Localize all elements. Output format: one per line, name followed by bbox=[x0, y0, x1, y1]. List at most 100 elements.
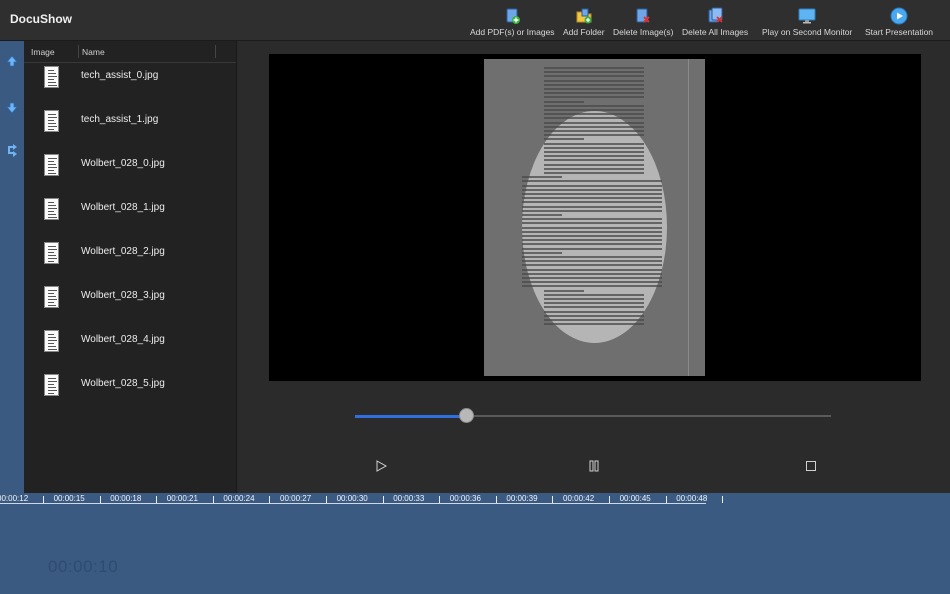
move-up-icon[interactable] bbox=[5, 54, 19, 68]
thumbnail-line bbox=[48, 123, 56, 124]
timeline-tick-label: 00:00:30 bbox=[336, 494, 368, 503]
timeline-tick-label: 00:00:36 bbox=[449, 494, 481, 503]
document-text-line bbox=[544, 117, 644, 120]
thumbnail-line bbox=[48, 340, 57, 341]
thumbnail-line bbox=[48, 208, 57, 209]
timeline-tick-label: 00:00:42 bbox=[563, 494, 595, 503]
file-row[interactable]: Wolbert_028_4.jpg bbox=[24, 330, 236, 374]
thumbnail-line bbox=[48, 161, 54, 162]
delete-images-label: Delete Image(s) bbox=[613, 27, 674, 37]
timeline-tick-label: 00:00:27 bbox=[280, 494, 312, 503]
timeline-tick-label: 00:00:15 bbox=[53, 494, 85, 503]
document-text-line bbox=[522, 230, 662, 233]
timeline-tick-mark bbox=[722, 496, 724, 503]
document-text-line bbox=[522, 243, 662, 246]
document-text-line bbox=[544, 138, 584, 141]
timeline-tick-mark bbox=[99, 496, 101, 503]
thumbnail-line bbox=[48, 302, 54, 303]
thumbnail-line bbox=[48, 164, 56, 165]
app-title: DocuShow bbox=[10, 12, 72, 26]
timeline-tick-mark bbox=[665, 496, 667, 503]
second-monitor-button[interactable]: Play on Second Monitor bbox=[762, 7, 852, 37]
delete-images-button[interactable]: Delete Image(s) bbox=[613, 7, 673, 37]
timeline-tick-label: 00:00:18 bbox=[110, 494, 142, 503]
column-header-image[interactable]: Image bbox=[31, 47, 55, 57]
thumbnail-line bbox=[48, 378, 56, 379]
document-text-line bbox=[544, 314, 644, 317]
file-row[interactable]: Wolbert_028_0.jpg bbox=[24, 154, 236, 198]
column-header-name[interactable]: Name bbox=[82, 47, 105, 57]
current-time-display: 00:00:10 bbox=[48, 557, 119, 576]
document-text-line bbox=[522, 188, 662, 191]
file-row[interactable]: Wolbert_028_2.jpg bbox=[24, 242, 236, 286]
thumbnail-line bbox=[48, 167, 57, 168]
thumbnail-line bbox=[48, 258, 57, 259]
play-icon[interactable] bbox=[374, 459, 388, 473]
file-name: Wolbert_028_1.jpg bbox=[81, 202, 165, 213]
timeline-ruler[interactable]: 00:00:12 00:00:15 00:00:18 00:00:21 00:00:24… bbox=[0, 493, 724, 504]
file-row[interactable]: tech_assist_0.jpg bbox=[24, 66, 236, 110]
slider-thumb[interactable] bbox=[458, 408, 474, 423]
document-text-line bbox=[522, 239, 662, 242]
document-text-line bbox=[544, 155, 644, 158]
document-text-line bbox=[522, 272, 662, 275]
document-text-line bbox=[522, 218, 662, 221]
thumbnail-line bbox=[48, 393, 54, 394]
thumbnail-line bbox=[48, 217, 57, 218]
file-row[interactable]: tech_assist_1.jpg bbox=[24, 110, 236, 154]
document-text-line bbox=[544, 109, 644, 111]
thumbnail-line bbox=[48, 79, 54, 80]
delete-all-icon bbox=[706, 7, 724, 25]
document-text-line bbox=[544, 163, 644, 166]
document-text-line bbox=[522, 184, 662, 187]
thumbnail-line bbox=[48, 82, 56, 83]
thumbnail-line bbox=[48, 73, 56, 74]
thumbnail-line bbox=[48, 120, 54, 121]
document-text-line bbox=[544, 142, 644, 145]
toolbar: DocuShow Add PDF(s) or Images Add Folder… bbox=[0, 0, 950, 41]
document-text-line bbox=[522, 176, 562, 179]
document-text-line bbox=[544, 319, 644, 321]
delete-all-button[interactable]: Delete All Images bbox=[682, 7, 748, 37]
timeline-tick-label: 00:00:48 bbox=[676, 494, 708, 503]
add-folder-label: Add Folder bbox=[563, 27, 605, 37]
add-folder-icon bbox=[575, 7, 593, 25]
column-divider[interactable] bbox=[78, 45, 79, 58]
document-text-line bbox=[522, 214, 562, 216]
document-text-line bbox=[544, 298, 644, 300]
file-name: Wolbert_028_4.jpg bbox=[81, 334, 165, 345]
column-divider[interactable] bbox=[215, 45, 216, 58]
file-name: tech_assist_0.jpg bbox=[81, 70, 159, 81]
thumbnail-line bbox=[48, 296, 56, 297]
monitor-icon bbox=[798, 7, 816, 25]
document-text-line bbox=[522, 256, 662, 258]
file-row[interactable]: Wolbert_028_5.jpg bbox=[24, 374, 236, 418]
add-folder-button[interactable]: Add Folder bbox=[563, 7, 605, 37]
document-text-line bbox=[522, 277, 662, 279]
thumbnail-line bbox=[48, 290, 57, 291]
thumbnail-line bbox=[48, 349, 57, 350]
file-row[interactable]: Wolbert_028_1.jpg bbox=[24, 198, 236, 242]
thumbnail-line bbox=[48, 387, 56, 388]
timeline-tick-mark bbox=[382, 496, 384, 503]
stop-icon[interactable] bbox=[804, 459, 818, 473]
timeline-tick-label: 00:00:39 bbox=[506, 494, 538, 503]
timeline-tick-label: 00:00:45 bbox=[619, 494, 651, 503]
start-presentation-button[interactable]: Start Presentation bbox=[865, 7, 933, 37]
document-text-line bbox=[544, 92, 644, 95]
pause-icon[interactable] bbox=[587, 459, 601, 473]
move-down-icon[interactable] bbox=[5, 101, 19, 115]
timeline[interactable]: 00:00:12 00:00:15 00:00:18 00:00:21 00:00:24… bbox=[0, 493, 950, 594]
progress-slider[interactable] bbox=[355, 408, 831, 423]
thumbnail-line bbox=[48, 202, 54, 203]
thumbnail-line bbox=[48, 293, 54, 294]
file-row[interactable]: Wolbert_028_3.jpg bbox=[24, 286, 236, 330]
document-text-line bbox=[522, 247, 662, 250]
document-text-line bbox=[544, 323, 644, 326]
timeline-tick-mark bbox=[552, 496, 554, 503]
document-text-line bbox=[522, 193, 662, 195]
shuffle-icon[interactable] bbox=[5, 143, 19, 157]
add-pdf-button[interactable]: Add PDF(s) or Images bbox=[470, 7, 555, 37]
document-text-line bbox=[544, 113, 644, 116]
timeline-tick-mark bbox=[326, 496, 327, 503]
